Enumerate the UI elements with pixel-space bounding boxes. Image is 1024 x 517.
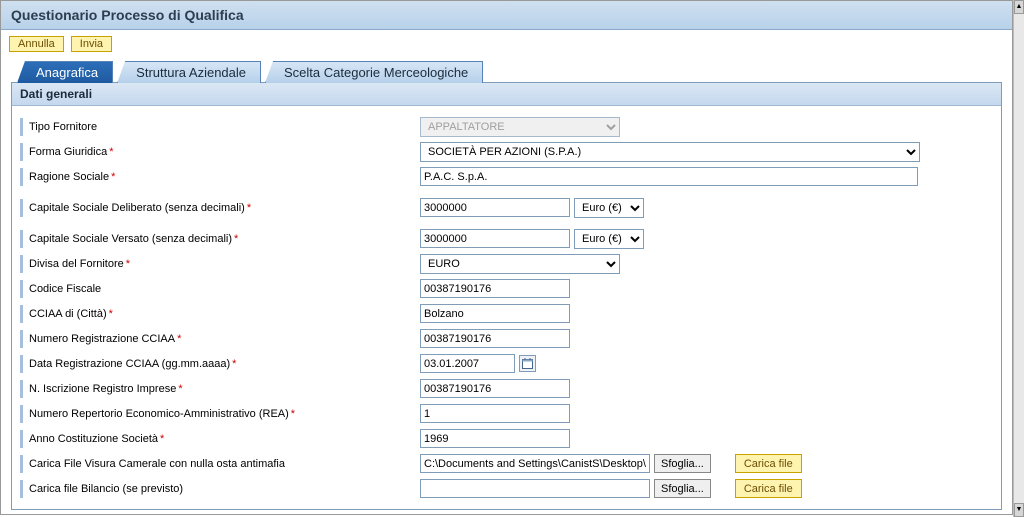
capitale-deliberato-currency-select[interactable]: Euro (€) bbox=[574, 198, 644, 218]
label-codice-fiscale: Codice Fiscale bbox=[29, 283, 101, 295]
vertical-scrollbar[interactable]: ▲ ▼ bbox=[1013, 0, 1024, 517]
visura-carica-button[interactable]: Carica file bbox=[735, 454, 802, 473]
visura-file-path-input[interactable] bbox=[420, 454, 650, 473]
tab-anagrafica[interactable]: Anagrafica bbox=[17, 61, 113, 83]
anno-cost-input[interactable] bbox=[420, 429, 570, 448]
divisa-fornitore-select[interactable]: EURO bbox=[420, 254, 620, 274]
label-forma-giuridica: Forma Giuridica bbox=[29, 146, 107, 158]
label-carica-visura: Carica File Visura Camerale con nulla os… bbox=[29, 458, 285, 470]
label-numero-reg-cciaa: Numero Registrazione CCIAA bbox=[29, 333, 175, 345]
n-iscrizione-input[interactable] bbox=[420, 379, 570, 398]
tipo-fornitore-select: APPALTATORE bbox=[420, 117, 620, 137]
bilancio-sfoglia-button[interactable]: Sfoglia... bbox=[654, 479, 711, 498]
scroll-up-arrow-icon[interactable]: ▲ bbox=[1014, 0, 1024, 14]
section-header: Dati generali bbox=[12, 83, 1001, 106]
label-tipo-fornitore: Tipo Fornitore bbox=[29, 121, 97, 133]
invia-button[interactable]: Invia bbox=[71, 36, 112, 52]
form-body: Tipo Fornitore APPALTATORE Forma Giuridi… bbox=[12, 106, 1001, 509]
visura-sfoglia-button[interactable]: Sfoglia... bbox=[654, 454, 711, 473]
tab-bar: Anagrafica Struttura Aziendale Scelta Ca… bbox=[1, 61, 1012, 83]
title-bar: Questionario Processo di Qualifica bbox=[1, 1, 1012, 30]
tab-scelta-categorie[interactable]: Scelta Categorie Merceologiche bbox=[265, 61, 483, 83]
annulla-button[interactable]: Annulla bbox=[9, 36, 64, 52]
numero-rea-input[interactable] bbox=[420, 404, 570, 423]
label-cciaa-citta: CCIAA di (Città) bbox=[29, 308, 107, 320]
calendar-icon[interactable] bbox=[519, 355, 536, 372]
numero-reg-cciaa-input[interactable] bbox=[420, 329, 570, 348]
label-divisa-fornitore: Divisa del Fornitore bbox=[29, 258, 124, 270]
tab-struttura-aziendale[interactable]: Struttura Aziendale bbox=[117, 61, 261, 83]
label-numero-rea: Numero Repertorio Economico-Amministrati… bbox=[29, 408, 289, 420]
capitale-versato-currency-select[interactable]: Euro (€) bbox=[574, 229, 644, 249]
label-anno-cost: Anno Costituzione Società bbox=[29, 433, 158, 445]
capitale-deliberato-input[interactable] bbox=[420, 198, 570, 217]
action-bar: Annulla Invia bbox=[1, 30, 1012, 60]
label-ragione-sociale: Ragione Sociale bbox=[29, 171, 109, 183]
label-capitale-versato: Capitale Sociale Versato (senza decimali… bbox=[29, 233, 232, 245]
capitale-versato-input[interactable] bbox=[420, 229, 570, 248]
forma-giuridica-select[interactable]: SOCIETÀ PER AZIONI (S.P.A.) bbox=[420, 142, 920, 162]
app-window: Questionario Processo di Qualifica Annul… bbox=[0, 0, 1013, 515]
data-reg-cciaa-input[interactable] bbox=[420, 354, 515, 373]
bilancio-file-path-input[interactable] bbox=[420, 479, 650, 498]
page-title: Questionario Processo di Qualifica bbox=[11, 7, 1002, 23]
ragione-sociale-input[interactable] bbox=[420, 167, 918, 186]
cciaa-citta-input[interactable] bbox=[420, 304, 570, 323]
scroll-down-arrow-icon[interactable]: ▼ bbox=[1014, 503, 1024, 517]
label-data-reg-cciaa: Data Registrazione CCIAA (gg.mm.aaaa) bbox=[29, 358, 230, 370]
label-carica-bilancio: Carica file Bilancio (se previsto) bbox=[29, 483, 183, 495]
codice-fiscale-input[interactable] bbox=[420, 279, 570, 298]
bilancio-carica-button[interactable]: Carica file bbox=[735, 479, 802, 498]
content-frame: Dati generali Tipo Fornitore APPALTATORE… bbox=[11, 82, 1002, 510]
label-capitale-deliberato: Capitale Sociale Deliberato (senza decim… bbox=[29, 202, 245, 214]
label-n-iscrizione: N. Iscrizione Registro Imprese bbox=[29, 383, 176, 395]
